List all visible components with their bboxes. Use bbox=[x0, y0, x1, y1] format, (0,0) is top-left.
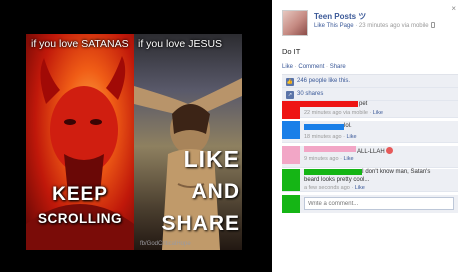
page-name-link[interactable]: Teen Posts ツ bbox=[314, 11, 366, 22]
redacted-name-bar bbox=[304, 146, 356, 152]
satan-image: if you love SATANAS KEEP SCROLLING bbox=[26, 34, 134, 250]
likes-count-text[interactable]: 246 people like this. bbox=[297, 78, 350, 84]
redacted-name-bar bbox=[304, 124, 344, 130]
page-avatar[interactable] bbox=[282, 10, 308, 36]
like-action[interactable]: Like bbox=[282, 64, 293, 70]
comment-action[interactable]: Comment bbox=[298, 64, 324, 70]
share-action[interactable]: Share bbox=[330, 64, 346, 70]
user-avatar bbox=[282, 195, 300, 213]
and-text: AND bbox=[191, 180, 240, 203]
mobile-icon bbox=[431, 22, 436, 28]
comment-meta: 18 minutes ago · Like bbox=[304, 134, 357, 140]
comment-input[interactable] bbox=[304, 197, 454, 210]
photo-viewer: if you love SATANAS KEEP SCROLLING if yo… bbox=[0, 0, 272, 272]
heart-icon bbox=[385, 147, 393, 154]
like-text: LIKE bbox=[183, 146, 240, 172]
comment-item: I don't know man, Satan's beard looks pr… bbox=[282, 169, 458, 192]
comment-like-link[interactable]: Like bbox=[355, 185, 365, 191]
comment-like-link[interactable]: Like bbox=[347, 134, 357, 140]
comment-item: lol. 18 minutes ago · Like bbox=[282, 121, 458, 143]
comment-text-continued: beard looks pretty cool... bbox=[304, 177, 370, 183]
redacted-name-bar bbox=[282, 101, 358, 107]
comment-timestamp: a few seconds ago · bbox=[304, 185, 355, 191]
like-page-link[interactable]: Like This Page bbox=[314, 23, 354, 29]
comment-like-link[interactable]: Like bbox=[343, 156, 353, 162]
comment-timestamp: 9 minutes ago · bbox=[304, 156, 344, 162]
meme-photo[interactable]: if you love SATANAS KEEP SCROLLING if yo… bbox=[26, 34, 242, 250]
post-actions: Like · Comment · Share bbox=[282, 64, 346, 70]
jesus-image: if you love JESUS LIKE AND SHARE fb/GodC… bbox=[134, 34, 242, 250]
comment-text: ALL-LLAH bbox=[357, 147, 393, 155]
comment-meta: 9 minutes ago · Like bbox=[304, 156, 354, 162]
likes-summary[interactable]: 👍 246 people like this. bbox=[282, 75, 458, 88]
post-sidebar: × Teen Posts ツ Like This Page · 23 minut… bbox=[272, 0, 460, 272]
shares-count-text[interactable]: 30 shares bbox=[297, 91, 323, 97]
comment-timestamp: 18 minutes ago · bbox=[304, 134, 347, 140]
commenter-avatar[interactable] bbox=[282, 146, 300, 164]
left-caption: if you love SATANAS bbox=[31, 38, 129, 50]
post-meta-text: · 23 minutes ago via mobile bbox=[353, 23, 431, 29]
thumbs-up-icon: 👍 bbox=[286, 78, 294, 86]
commenter-avatar[interactable] bbox=[282, 169, 300, 191]
comment-like-link[interactable]: Like bbox=[373, 110, 383, 116]
post-text: Do IT bbox=[282, 47, 301, 56]
comment-meta: 22 minutes ago via mobile · Like bbox=[304, 110, 383, 116]
comment-text: lol. bbox=[344, 123, 352, 129]
comment-item: ALL-LLAH 9 minutes ago · Like bbox=[282, 146, 458, 168]
comment-meta: a few seconds ago · Like bbox=[304, 185, 365, 191]
share-text: SHARE bbox=[161, 212, 240, 235]
watermark: fb/GodCriticalHope bbox=[140, 241, 191, 247]
comment-timestamp: 22 minutes ago via mobile · bbox=[304, 110, 373, 116]
feedback-summary: 👍 246 people like this. ↗ 30 shares bbox=[282, 74, 458, 101]
comment-text: pet bbox=[359, 101, 368, 107]
right-caption: if you love JESUS bbox=[138, 38, 223, 50]
commenter-avatar[interactable] bbox=[282, 121, 300, 139]
shares-summary[interactable]: ↗ 30 shares bbox=[282, 88, 458, 101]
post-meta: Like This Page · 23 minutes ago via mobi… bbox=[314, 22, 436, 29]
comment-item: pet 22 minutes ago via mobile · Like bbox=[282, 101, 458, 119]
redacted-name-bar bbox=[304, 169, 362, 175]
comment-text: I don't know man, Satan's bbox=[362, 169, 431, 175]
keep-text: KEEP bbox=[52, 184, 108, 205]
scrolling-text: SCROLLING bbox=[38, 211, 122, 226]
comment-text-body: ALL-LLAH bbox=[357, 149, 385, 155]
write-comment-area bbox=[282, 195, 458, 213]
share-icon: ↗ bbox=[286, 91, 294, 99]
close-icon[interactable]: × bbox=[451, 4, 456, 13]
